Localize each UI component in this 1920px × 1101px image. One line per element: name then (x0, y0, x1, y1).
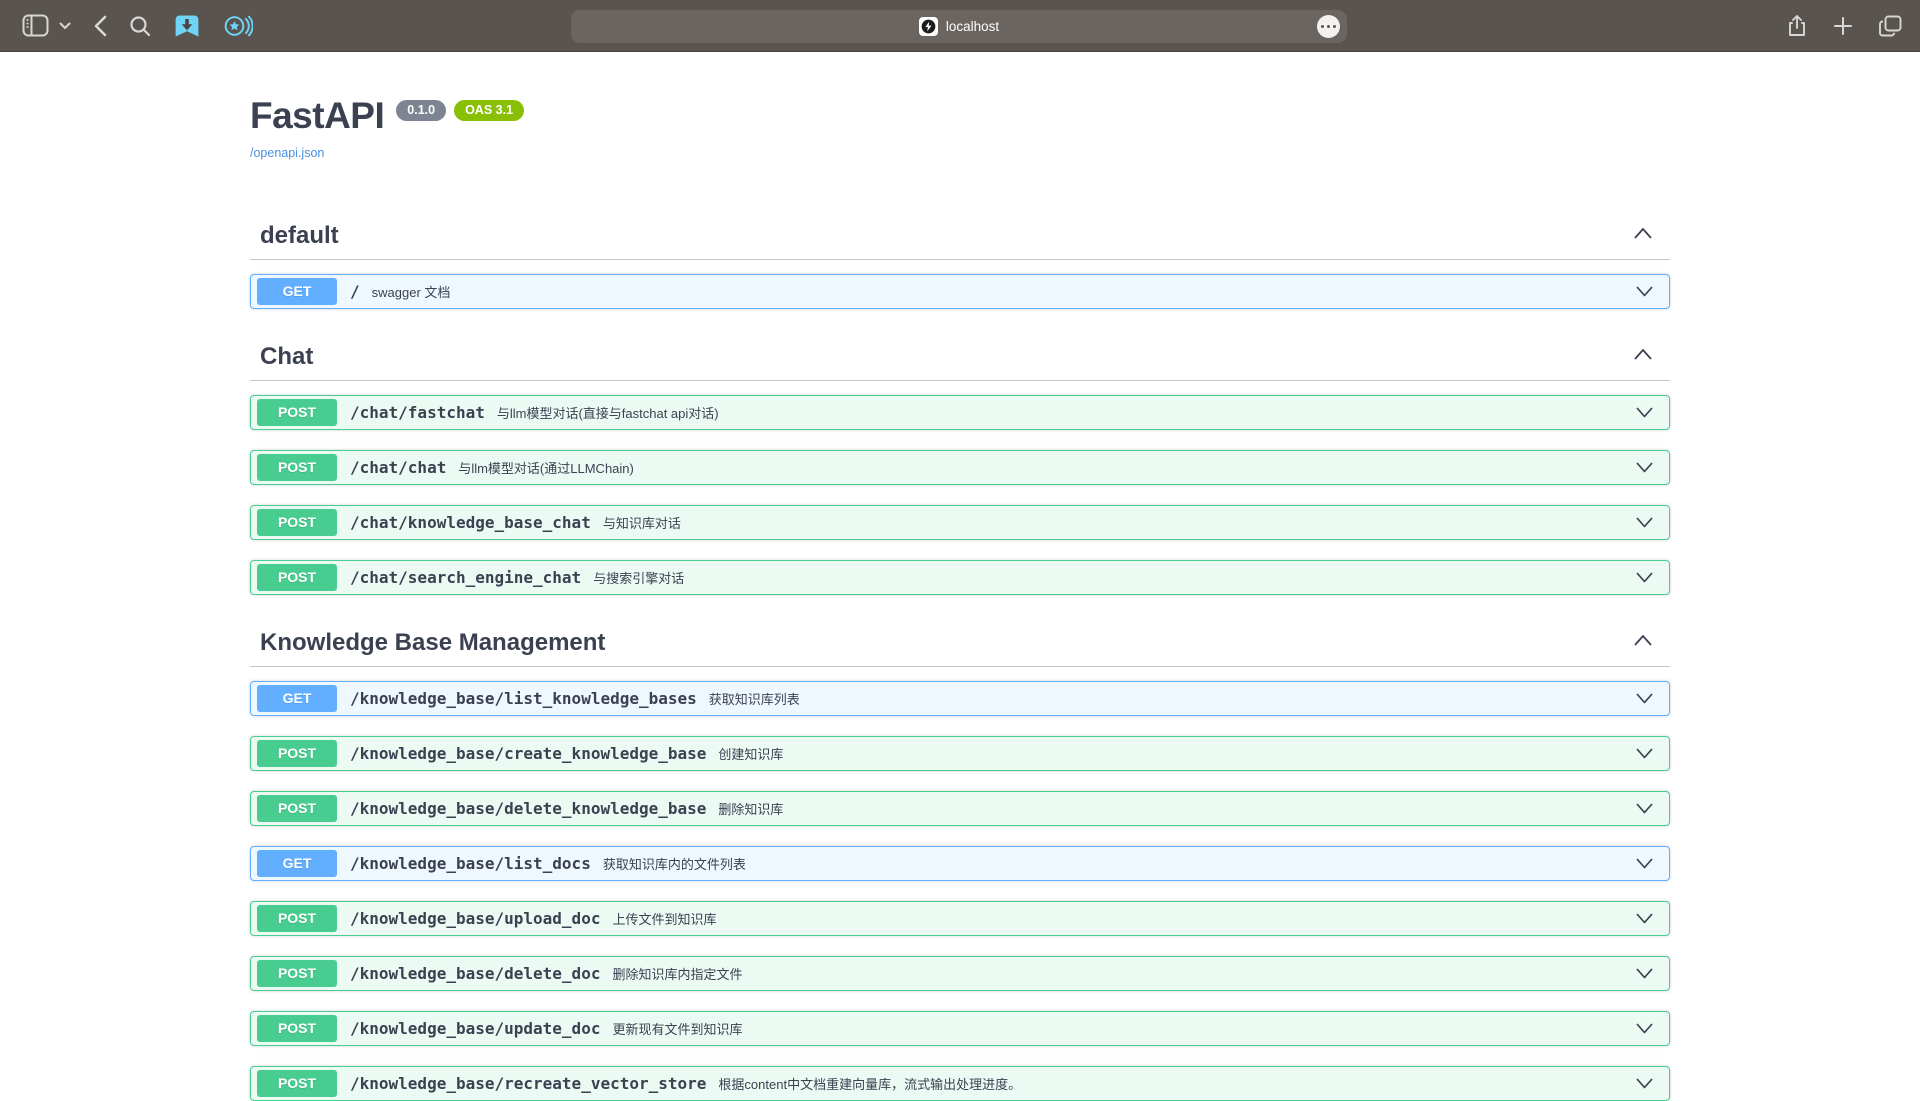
expand-operation-icon[interactable] (1634, 967, 1655, 980)
section-header-default[interactable]: default (250, 214, 1670, 260)
operation-path: /knowledge_base/update_doc (350, 1019, 600, 1038)
operation-row-chat-fastchat[interactable]: POST/chat/fastchat 与llm模型对话(直接与fastchat a… (250, 395, 1670, 430)
address-bar[interactable]: localhost (571, 10, 1347, 43)
tab-overview-icon[interactable] (1879, 15, 1902, 37)
operation-description: 删除知识库内指定文件 (612, 964, 742, 983)
expand-operation-icon[interactable] (1634, 1022, 1655, 1035)
operation-row-knowledge-base-delete-knowledge-base[interactable]: POST/knowledge_base/delete_knowledge_bas… (250, 791, 1670, 826)
operation-path: /knowledge_base/recreate_vector_store (350, 1074, 706, 1093)
operation-path: /knowledge_base/list_docs (350, 854, 591, 873)
expand-operation-icon[interactable] (1634, 406, 1655, 419)
rings-extension-icon[interactable] (223, 13, 253, 39)
operation-description: swagger 文档 (372, 282, 451, 301)
search-icon[interactable] (129, 15, 151, 37)
method-badge: POST (257, 1015, 337, 1042)
new-tab-icon[interactable] (1833, 16, 1853, 36)
expand-operation-icon[interactable] (1634, 857, 1655, 870)
operation-path: /chat/chat (350, 458, 446, 477)
expand-operation-icon[interactable] (1634, 747, 1655, 760)
collapse-section-icon[interactable] (1632, 633, 1654, 652)
operation-row-root[interactable]: GET / swagger 文档 (250, 274, 1670, 309)
page-title: FastAPI (250, 96, 384, 137)
method-badge: POST (257, 564, 337, 591)
sidebar-toggle-button[interactable] (22, 14, 49, 37)
browser-toolbar: localhost (0, 0, 1920, 52)
operation-path: /chat/fastchat (350, 403, 485, 422)
operation-row-chat-search-engine-chat[interactable]: POST/chat/search_engine_chat 与搜索引擎对话 (250, 560, 1670, 595)
method-badge: POST (257, 509, 337, 536)
method-badge: POST (257, 740, 337, 767)
operation-description: 创建知识库 (718, 744, 783, 763)
method-badge: POST (257, 1070, 337, 1097)
api-sections: default GET / swagger 文档 Chat POST/chat/fastc… (250, 214, 1670, 1101)
expand-operation-icon[interactable] (1634, 571, 1655, 584)
api-info: FastAPI 0.1.0 OAS 3.1 /openapi.json (250, 96, 1670, 162)
expand-operation-icon[interactable] (1634, 912, 1655, 925)
operation-row-chat-knowledge-base-chat[interactable]: POST/chat/knowledge_base_chat 与知识库对话 (250, 505, 1670, 540)
operation-description: 获取知识库内的文件列表 (603, 854, 746, 873)
operation-description: 上传文件到知识库 (612, 909, 716, 928)
swagger-page: FastAPI 0.1.0 OAS 3.1 /openapi.json defa… (250, 96, 1670, 1101)
expand-operation-icon[interactable] (1634, 1077, 1655, 1090)
address-bar-url: localhost (946, 19, 999, 34)
api-section-default: default GET / swagger 文档 (250, 214, 1670, 309)
downloader-extension-icon[interactable] (173, 12, 201, 40)
method-badge: POST (257, 795, 337, 822)
operation-row-knowledge-base-recreate-vector-store[interactable]: POST/knowledge_base/recreate_vector_stor… (250, 1066, 1670, 1101)
operation-description: 获取知识库列表 (709, 689, 800, 708)
section-header-chat[interactable]: Chat (250, 335, 1670, 381)
operation-path: /knowledge_base/delete_knowledge_base (350, 799, 706, 818)
method-badge: POST (257, 960, 337, 987)
share-icon[interactable] (1787, 14, 1807, 38)
operation-path: /chat/search_engine_chat (350, 568, 581, 587)
section-title: Chat (260, 343, 313, 371)
method-badge: POST (257, 399, 337, 426)
operation-row-knowledge-base-upload-doc[interactable]: POST/knowledge_base/upload_doc 上传文件到知识库 (250, 901, 1670, 936)
collapse-section-icon[interactable] (1632, 226, 1654, 245)
operation-description: 与知识库对话 (603, 513, 681, 532)
api-section-knowledge-base-management: Knowledge Base Management GET/knowledge_b… (250, 621, 1670, 1101)
section-title: Knowledge Base Management (260, 629, 605, 657)
operation-description: 与搜索引擎对话 (593, 568, 684, 587)
section-title: default (260, 222, 339, 250)
operation-path: / (350, 282, 360, 301)
operation-row-chat-chat[interactable]: POST/chat/chat 与llm模型对话(通过LLMChain) (250, 450, 1670, 485)
operation-row-knowledge-base-create-knowledge-base[interactable]: POST/knowledge_base/create_knowledge_bas… (250, 736, 1670, 771)
operation-path: /knowledge_base/create_knowledge_base (350, 744, 706, 763)
operation-row-knowledge-base-update-doc[interactable]: POST/knowledge_base/update_doc 更新现有文件到知识库 (250, 1011, 1670, 1046)
api-section-chat: Chat POST/chat/fastchat 与llm模型对话(直接与fastch… (250, 335, 1670, 595)
operation-description: 删除知识库 (718, 799, 783, 818)
expand-operation-icon[interactable] (1634, 516, 1655, 529)
operation-row-knowledge-base-list-docs[interactable]: GET/knowledge_base/list_docs 获取知识库内的文件列表 (250, 846, 1670, 881)
operation-path: /knowledge_base/delete_doc (350, 964, 600, 983)
method-badge: POST (257, 905, 337, 932)
expand-operation-icon[interactable] (1634, 802, 1655, 815)
method-badge: GET (257, 850, 337, 877)
oas-badge: OAS 3.1 (454, 100, 524, 121)
operation-description: 根据content中文档重建向量库，流式输出处理进度。 (718, 1074, 1021, 1093)
expand-operation-icon[interactable] (1634, 692, 1655, 705)
version-badge: 0.1.0 (396, 100, 446, 121)
method-badge: GET (257, 278, 337, 305)
openapi-spec-link[interactable]: /openapi.json (250, 146, 324, 160)
back-button[interactable] (93, 15, 107, 37)
section-header-knowledge-base-management[interactable]: Knowledge Base Management (250, 621, 1670, 667)
site-favicon-lightning-icon (919, 17, 938, 36)
expand-operation-icon[interactable] (1634, 285, 1655, 298)
operation-path: /knowledge_base/upload_doc (350, 909, 600, 928)
operation-row-knowledge-base-delete-doc[interactable]: POST/knowledge_base/delete_doc 删除知识库内指定文件 (250, 956, 1670, 991)
operation-path: /chat/knowledge_base_chat (350, 513, 591, 532)
collapse-section-icon[interactable] (1632, 347, 1654, 366)
operation-description: 更新现有文件到知识库 (612, 1019, 742, 1038)
operation-path: /knowledge_base/list_knowledge_bases (350, 689, 697, 708)
sidebar-chevron-down-icon[interactable] (59, 22, 71, 30)
ellipsis-icon[interactable] (1317, 15, 1340, 38)
expand-operation-icon[interactable] (1634, 461, 1655, 474)
method-badge: GET (257, 685, 337, 712)
method-badge: POST (257, 454, 337, 481)
operation-row-knowledge-base-list-knowledge-bases[interactable]: GET/knowledge_base/list_knowledge_bases 获… (250, 681, 1670, 716)
operation-description: 与llm模型对话(通过LLMChain) (458, 458, 634, 477)
operation-description: 与llm模型对话(直接与fastchat api对话) (497, 403, 719, 422)
